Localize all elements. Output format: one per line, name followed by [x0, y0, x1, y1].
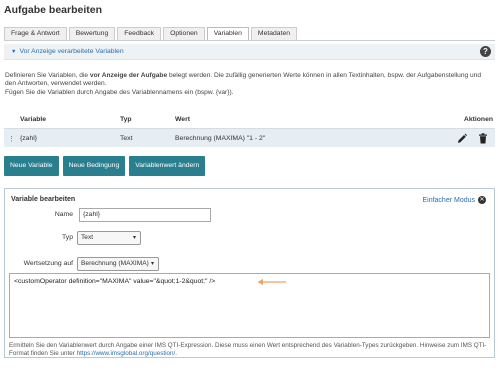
cell-variable: {zahl}	[20, 135, 38, 142]
name-field[interactable]: {zahl}	[79, 208, 211, 222]
description-paragraph-2: Fügen Sie die Variablen durch Angabe des…	[5, 88, 234, 96]
tab-feedback[interactable]: Feedback	[117, 27, 162, 40]
annotation-arrow-icon	[257, 279, 286, 285]
type-select-value: Text	[81, 234, 94, 241]
description-paragraph-1: Definieren Sie Variablen, die vor Anzeig…	[5, 72, 490, 89]
chevron-down-icon: ▾	[150, 261, 154, 267]
new-condition-button[interactable]: Neue Bedingung	[62, 156, 126, 176]
description: Definieren Sie Variablen, die vor Anzeig…	[5, 72, 490, 97]
close-icon[interactable]: ✕	[478, 196, 486, 204]
description-emphasis: vor Anzeige der Aufgabe	[89, 72, 168, 79]
tab-divider	[4, 40, 495, 41]
help-note: Ermitteln Sie den Variablenwert durch An…	[9, 342, 493, 358]
section-toggle-label: Vor Anzeige verarbeitete Variablen	[19, 48, 124, 55]
panel-title: Variable bearbeiten	[11, 196, 76, 203]
table-row[interactable]: ⋮ {zahl} Text Berechnung (MAXIMA) "1 - 2…	[4, 128, 495, 147]
page-title: Aufgabe bearbeiten	[4, 4, 103, 16]
help-note-text-end: .	[175, 350, 178, 358]
name-label: Name	[54, 211, 73, 218]
column-header-value: Wert	[175, 116, 190, 123]
cell-value: Berechnung (MAXIMA) "1 - 2"	[175, 135, 266, 142]
tab-bar: Frage & Antwort Bewertung Feedback Optio…	[4, 27, 299, 41]
caret-down-icon: ▼	[11, 49, 17, 55]
edit-pencil-icon[interactable]	[457, 133, 467, 144]
help-icon[interactable]: ?	[480, 46, 491, 57]
tab-optionen[interactable]: Optionen	[163, 27, 205, 40]
change-value-button[interactable]: Variablenwert ändern	[129, 156, 206, 176]
chevron-down-icon: ▾	[132, 235, 136, 241]
description-text: Definieren Sie Variablen, die	[5, 72, 90, 79]
tab-metadaten[interactable]: Metadaten	[250, 27, 298, 40]
assign-select-value: Berechnung (MAXIMA)	[81, 260, 149, 267]
type-label: Typ	[62, 234, 73, 241]
trash-icon[interactable]	[478, 133, 488, 144]
new-variable-button[interactable]: Neue Variable	[4, 156, 59, 176]
type-select[interactable]: Text ▾	[77, 231, 141, 245]
edit-variable-panel: Variable bearbeiten Einfacher Modus ✕ Nam…	[4, 188, 495, 358]
tab-frage-antwort[interactable]: Frage & Antwort	[4, 27, 67, 40]
expression-textarea[interactable]: <customOperator definition="MAXIMA" valu…	[9, 273, 490, 338]
action-buttons: Neue Variable Neue Bedingung Variablenwe…	[4, 156, 209, 176]
simple-mode-label: Einfacher Modus	[422, 196, 475, 204]
ims-qti-link[interactable]: https://www.imsglobal.org/question/	[77, 350, 176, 357]
tab-bewertung[interactable]: Bewertung	[68, 27, 116, 40]
section-toggle[interactable]: ▼ Vor Anzeige verarbeitete Variablen	[11, 48, 124, 55]
column-header-actions: Aktionen	[463, 116, 493, 123]
assign-label: Wertsetzung auf	[23, 260, 73, 267]
tab-variablen[interactable]: Variablen	[206, 27, 249, 41]
cell-type: Text	[120, 135, 133, 142]
table-header: Variable Typ Wert Aktionen	[4, 114, 495, 127]
info-bar: ▼ Vor Anzeige verarbeitete Variablen ?	[4, 44, 495, 60]
column-header-variable: Variable	[20, 116, 47, 123]
drag-handle-icon[interactable]: ⋮	[8, 135, 15, 143]
column-header-type: Typ	[120, 116, 132, 123]
simple-mode-link[interactable]: Einfacher Modus ✕	[422, 196, 486, 204]
assign-select[interactable]: Berechnung (MAXIMA) ▾	[77, 257, 159, 271]
